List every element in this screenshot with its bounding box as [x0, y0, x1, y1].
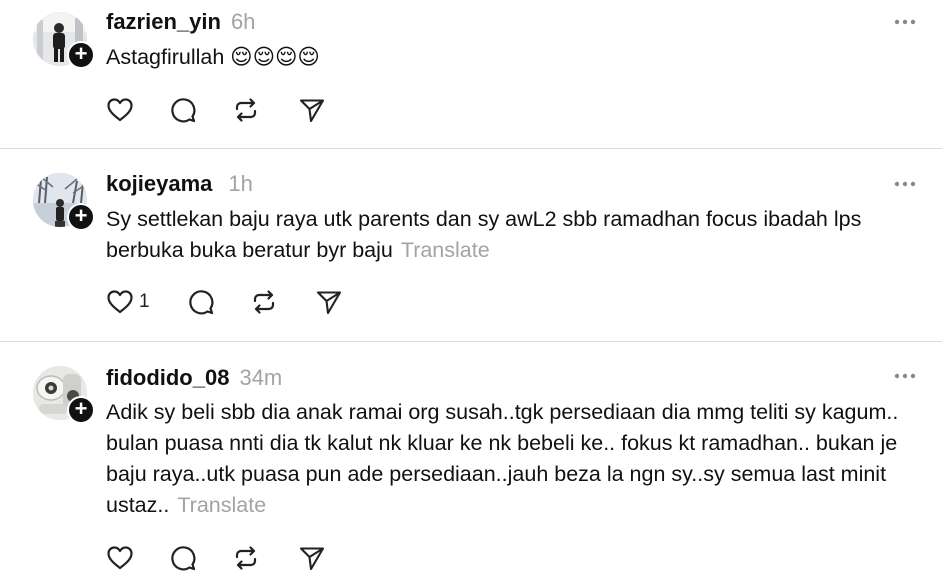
username[interactable]: kojieyama 1h: [106, 171, 253, 197]
more-horizontal-icon[interactable]: [893, 371, 917, 381]
share-button[interactable]: [315, 288, 343, 316]
post-text: Sy settlekan baju raya utk parents dan s…: [106, 204, 926, 266]
post-time: 6h: [230, 9, 256, 34]
post-body: Astagfirullah 😌😌😌😌: [106, 45, 320, 69]
share-button[interactable]: [298, 544, 326, 572]
translate-link[interactable]: Translate: [401, 238, 490, 262]
comment-icon: [189, 290, 214, 315]
send-icon: [299, 99, 325, 123]
heart-icon: [107, 98, 133, 122]
send-icon: [299, 547, 325, 571]
reply-button[interactable]: [187, 288, 215, 316]
username-text[interactable]: fazrien_yin: [106, 9, 221, 34]
follow-plus-icon[interactable]: +: [67, 396, 95, 424]
reply-button[interactable]: [169, 96, 197, 124]
thread-post: + kojieyama 1h Sy settlekan baju raya utk…: [0, 149, 942, 341]
heart-icon: [107, 546, 133, 570]
like-count: 1: [139, 291, 150, 312]
repost-button[interactable]: [232, 544, 260, 572]
post-text: Adik sy beli sbb dia anak ramai org susa…: [106, 397, 926, 521]
username-text[interactable]: fidodido_08: [106, 365, 229, 390]
repost-icon: [253, 290, 275, 314]
reply-button[interactable]: [169, 544, 197, 572]
follow-plus-icon[interactable]: +: [67, 203, 95, 231]
repost-button[interactable]: [250, 288, 278, 316]
more-horizontal-icon[interactable]: [893, 17, 917, 27]
like-button[interactable]: [106, 544, 134, 572]
like-button[interactable]: [106, 96, 134, 124]
send-icon: [316, 291, 342, 315]
thread-post: + fidodido_08 34m Adik sy beli sbb dia an…: [0, 342, 942, 588]
username[interactable]: fidodido_08 34m: [106, 365, 282, 391]
repost-button[interactable]: [232, 96, 260, 124]
comment-icon: [171, 98, 196, 123]
username[interactable]: fazrien_yin 6h: [106, 9, 255, 35]
post-time: 1h: [228, 171, 253, 196]
share-button[interactable]: [298, 96, 326, 124]
post-text: Astagfirullah 😌😌😌😌: [106, 42, 926, 73]
repost-icon: [235, 98, 257, 122]
post-time: 34m: [239, 365, 283, 390]
like-button[interactable]: [106, 288, 134, 316]
follow-plus-icon[interactable]: +: [67, 41, 95, 69]
username-text[interactable]: kojieyama: [106, 171, 212, 196]
thread-post: + fazrien_yin 6h Astagfirullah 😌😌😌😌: [0, 0, 942, 148]
heart-icon: [107, 290, 133, 314]
comment-icon: [171, 546, 196, 571]
more-horizontal-icon[interactable]: [893, 179, 917, 189]
translate-link[interactable]: Translate: [177, 493, 266, 517]
repost-icon: [235, 546, 257, 570]
